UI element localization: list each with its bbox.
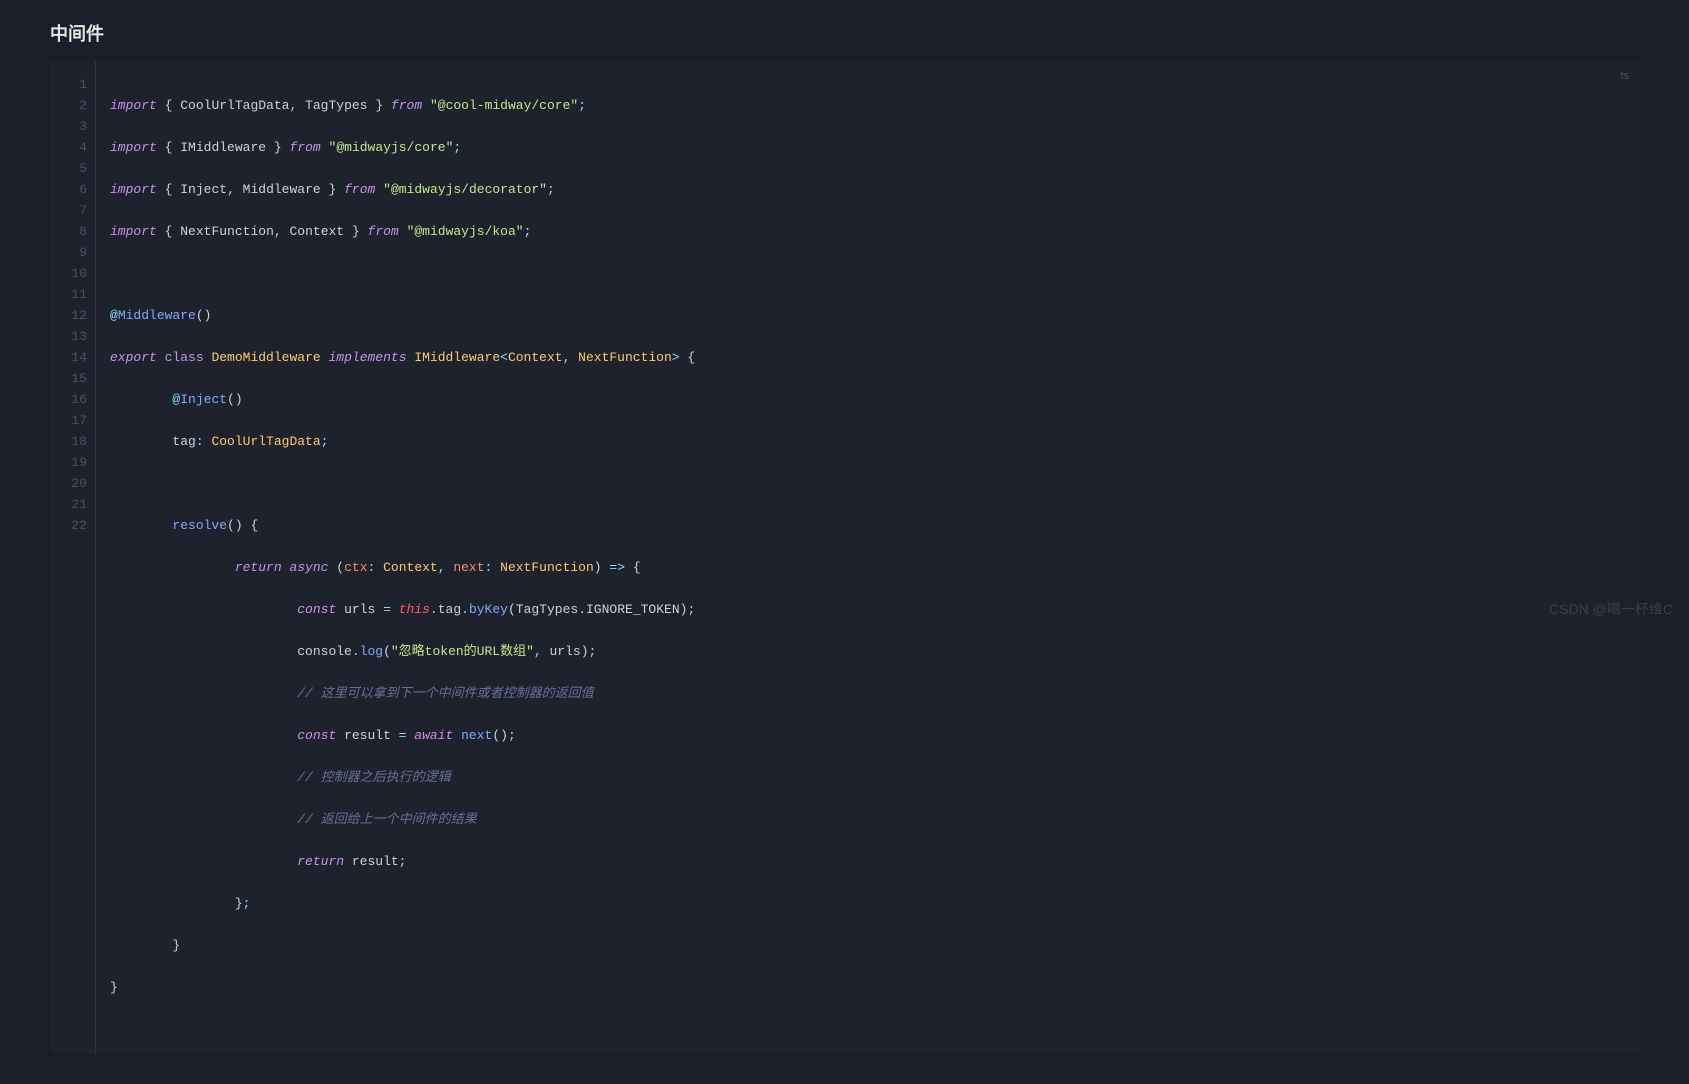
line-number: 15 [50,368,87,389]
code-line: import { CoolUrlTagData, TagTypes } from… [110,95,1629,116]
line-number: 9 [50,242,87,263]
line-number: 8 [50,221,87,242]
line-number: 3 [50,116,87,137]
code-line: // 这里可以拿到下一个中间件或者控制器的返回值 [110,683,1629,704]
code-line: } [110,935,1629,956]
code-line: const urls = this.tag.byKey(TagTypes.IGN… [110,599,1629,620]
line-number: 6 [50,179,87,200]
code-line: return async (ctx: Context, next: NextFu… [110,557,1629,578]
line-number: 4 [50,137,87,158]
code-line: } [110,977,1629,998]
line-number: 1 [50,74,87,95]
line-number: 16 [50,389,87,410]
code-line: import { IMiddleware } from "@midwayjs/c… [110,137,1629,158]
line-number: 22 [50,515,87,536]
code-content[interactable]: import { CoolUrlTagData, TagTypes } from… [96,60,1639,1054]
line-number: 17 [50,410,87,431]
language-tag: ts [1620,66,1629,87]
code-line: console.log("忽略token的URL数组", urls); [110,641,1629,662]
line-number: 13 [50,326,87,347]
code-line: return result; [110,851,1629,872]
line-number: 19 [50,452,87,473]
code-line: // 控制器之后执行的逻辑 [110,767,1629,788]
code-line: tag: CoolUrlTagData; [110,431,1629,452]
line-number: 18 [50,431,87,452]
line-number: 7 [50,200,87,221]
code-line: @Middleware() [110,305,1629,326]
code-line: @Inject() [110,389,1629,410]
line-number: 10 [50,263,87,284]
line-number: 14 [50,347,87,368]
code-line: export class DemoMiddleware implements I… [110,347,1629,368]
code-line [110,263,1629,284]
line-number: 12 [50,305,87,326]
code-block: ts 1 2 3 4 5 6 7 8 9 10 11 12 13 14 15 1… [50,60,1639,1054]
line-number-gutter: 1 2 3 4 5 6 7 8 9 10 11 12 13 14 15 16 1… [50,60,96,1054]
code-line: import { Inject, Middleware } from "@mid… [110,179,1629,200]
code-line: const result = await next(); [110,725,1629,746]
code-line: }; [110,893,1629,914]
code-line: import { NextFunction, Context } from "@… [110,221,1629,242]
code-line: resolve() { [110,515,1629,536]
watermark: CSDN @喝一杯维C [1549,599,1673,619]
section-title: 中间件 [0,0,1689,60]
line-number: 2 [50,95,87,116]
line-number: 21 [50,494,87,515]
line-number: 5 [50,158,87,179]
line-number: 20 [50,473,87,494]
line-number: 11 [50,284,87,305]
code-line [110,473,1629,494]
code-line: // 返回给上一个中间件的结果 [110,809,1629,830]
